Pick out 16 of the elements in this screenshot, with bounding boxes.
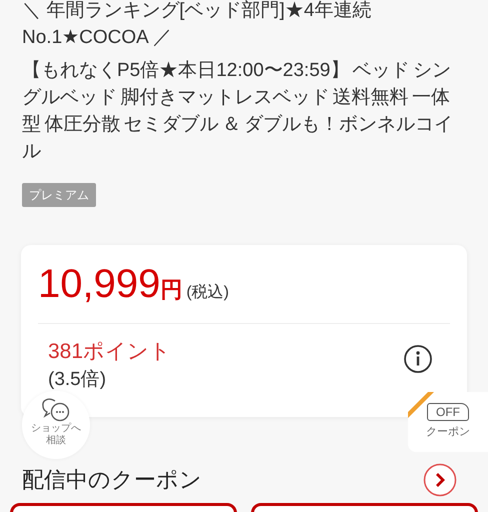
points-rate: (3.5倍) [48,368,108,392]
points-amount: 381ポイント [48,339,172,365]
premium-tag: プレミアム [22,183,96,207]
catch-copy-line: No.1★COCOA ／ [22,26,174,50]
info-icon[interactable] [403,344,433,374]
price-unit: 円 [160,276,182,304]
corner-ribbon-icon [408,392,434,418]
price-amount: 10,999 [38,261,160,308]
product-title: 【もれなくP5倍★本日12:00〜23:59】 ベッド シングルベッド 脚付きマットレスベッド 送料無料 一体型 体圧分散 セミダブル ＆ ダブルも！ボンネルコイル [22,59,454,164]
shop-chat-button[interactable]: ショップへ相談 [22,391,90,459]
coupon-section-heading: 配信中のクーポン [22,466,202,494]
chat-bubbles-icon [41,397,71,423]
chevron-right-icon[interactable] [423,463,457,497]
catch-copy-line: ＼ 年間ランキング[ベッド部門]★4年連続 [22,0,372,23]
coupon-tab[interactable]: OFF クーポン [408,392,488,452]
tax-note: (税込) [186,282,229,303]
